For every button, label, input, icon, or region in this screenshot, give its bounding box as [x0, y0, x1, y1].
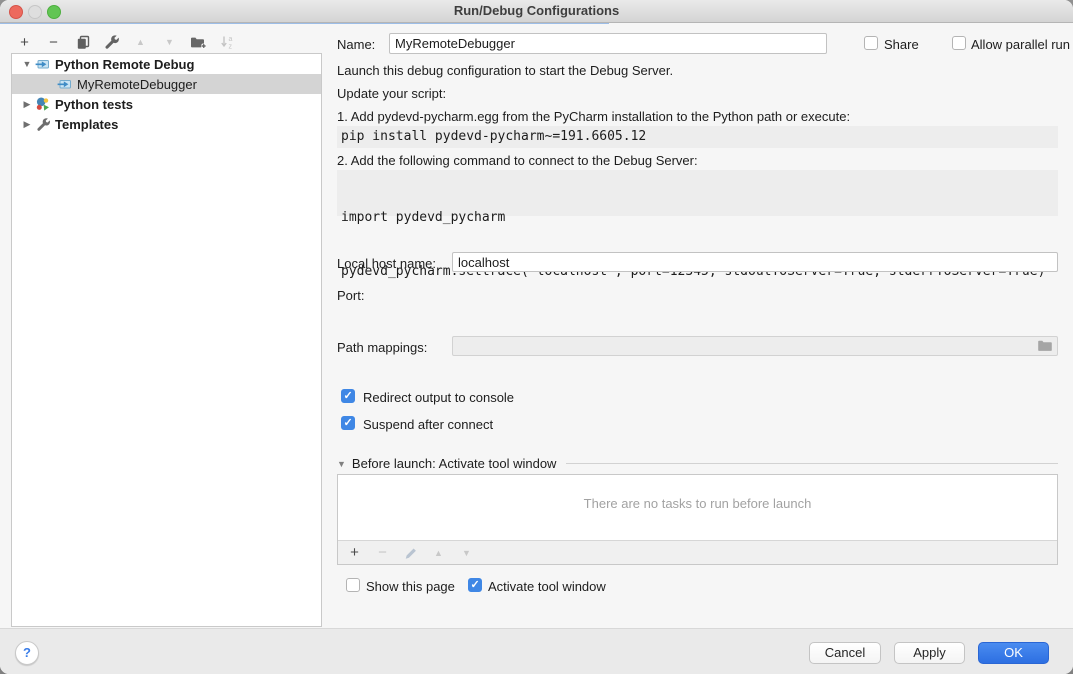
- sort-alphabetically-icon: az: [220, 34, 236, 50]
- remove-icon: −: [378, 545, 387, 560]
- browse-path-mappings-button[interactable]: [1037, 339, 1053, 353]
- remove-task-button[interactable]: −: [375, 545, 390, 560]
- move-up-button[interactable]: ▲: [132, 34, 149, 51]
- tree-item-templates[interactable]: ▶ Templates: [12, 114, 321, 134]
- add-icon: +: [350, 545, 359, 560]
- new-folder-button[interactable]: [190, 34, 207, 51]
- dialog-footer: ? Cancel Apply OK: [0, 628, 1073, 674]
- share-checkbox[interactable]: [864, 36, 878, 50]
- tree-item-label: Templates: [52, 117, 118, 132]
- suspend-after-connect-checkbox[interactable]: [341, 416, 355, 430]
- name-input[interactable]: [389, 33, 827, 54]
- python-tests-icon: [35, 96, 51, 112]
- tree-item-python-remote-debug[interactable]: ▼ Python Remote Debug: [12, 54, 321, 74]
- svg-text:a: a: [228, 36, 232, 43]
- code-line-import: import pydevd_pycharm: [341, 209, 1058, 227]
- svg-text:z: z: [228, 44, 232, 51]
- empty-task-list-text: There are no tasks to run before launch: [338, 475, 1057, 511]
- code-snippet-pip-install: pip install pydevd-pycharm~=191.6605.12: [337, 126, 1058, 148]
- cancel-button[interactable]: Cancel: [809, 642, 881, 664]
- copy-icon: [75, 34, 91, 50]
- tree-item-myremotedebugger[interactable]: MyRemoteDebugger: [12, 74, 321, 94]
- allow-parallel-run-checkbox[interactable]: [952, 36, 966, 50]
- wrench-icon: [36, 117, 51, 132]
- configurations-tree: ▼ Python Remote Debug MyRemoteDebugger ▶…: [11, 53, 322, 627]
- move-down-icon: ▼: [462, 548, 471, 558]
- activate-tool-window-checkbox[interactable]: [468, 578, 482, 592]
- run-debug-configurations-dialog: Run/Debug Configurations + − ▲ ▼ az ▼ Py…: [0, 0, 1073, 674]
- edit-pencil-icon: [404, 546, 418, 560]
- remove-icon: −: [49, 35, 58, 50]
- window-title: Run/Debug Configurations: [0, 3, 1073, 18]
- move-up-icon: ▲: [434, 548, 443, 558]
- move-task-down-button[interactable]: ▼: [459, 545, 474, 560]
- remote-debug-config-icon: [35, 56, 51, 72]
- suspend-after-connect-label: Suspend after connect: [363, 417, 493, 432]
- move-down-button[interactable]: ▼: [161, 34, 178, 51]
- title-bar: Run/Debug Configurations: [0, 0, 1073, 23]
- activate-tool-window-label: Activate tool window: [488, 579, 606, 594]
- before-launch-section-header[interactable]: ▼ Before launch: Activate tool window: [337, 456, 1058, 471]
- allow-parallel-run-label: Allow parallel run: [971, 37, 1070, 52]
- remote-debug-config-icon: [57, 76, 73, 92]
- redirect-output-checkbox[interactable]: [341, 389, 355, 403]
- instruction-step-1: 1. Add pydevd-pycharm.egg from the PyCha…: [337, 109, 850, 124]
- move-task-up-button[interactable]: ▲: [431, 545, 446, 560]
- instruction-line-1: Launch this debug configuration to start…: [337, 63, 673, 78]
- apply-button[interactable]: Apply: [894, 642, 965, 664]
- instruction-step-2: 2. Add the following command to connect …: [337, 153, 698, 168]
- help-button[interactable]: ?: [15, 641, 39, 665]
- before-launch-task-list[interactable]: There are no tasks to run before launch …: [337, 474, 1058, 565]
- remove-configuration-button[interactable]: −: [45, 34, 62, 51]
- chevron-right-icon[interactable]: ▶: [20, 119, 34, 130]
- task-list-toolbar: + − ▲ ▼: [338, 540, 1057, 564]
- ok-button[interactable]: OK: [978, 642, 1049, 664]
- sort-configurations-button[interactable]: az: [219, 34, 236, 51]
- move-down-icon: ▼: [165, 37, 174, 47]
- instruction-line-2: Update your script:: [337, 86, 446, 101]
- folder-icon: [1037, 339, 1053, 353]
- name-label: Name:: [337, 37, 375, 52]
- edit-templates-button[interactable]: [103, 34, 120, 51]
- show-this-page-label: Show this page: [366, 579, 455, 594]
- show-this-page-checkbox[interactable]: [346, 578, 360, 592]
- path-mappings-field[interactable]: [452, 336, 1058, 356]
- configurations-toolbar: + − ▲ ▼ az: [16, 31, 236, 53]
- chevron-right-icon[interactable]: ▶: [20, 99, 34, 110]
- collapse-triangle-icon[interactable]: ▼: [337, 459, 346, 469]
- local-host-name-input[interactable]: [452, 252, 1058, 272]
- share-label: Share: [884, 37, 919, 52]
- add-icon: +: [20, 35, 29, 50]
- copy-configuration-button[interactable]: [74, 34, 91, 51]
- code-snippet-settrace: import pydevd_pycharm pydevd_pycharm.set…: [337, 170, 1058, 216]
- tree-item-python-tests[interactable]: ▶ Python tests: [12, 94, 321, 114]
- new-folder-icon: [190, 34, 207, 50]
- before-launch-label: Before launch: Activate tool window: [352, 456, 557, 471]
- tree-item-label: Python Remote Debug: [52, 57, 194, 72]
- tree-item-label: MyRemoteDebugger: [74, 77, 197, 92]
- add-task-button[interactable]: +: [347, 545, 362, 560]
- edit-defaults-wrench-icon: [104, 34, 120, 50]
- path-mappings-label: Path mappings:: [337, 340, 427, 355]
- redirect-output-label: Redirect output to console: [363, 390, 514, 405]
- section-divider: [566, 463, 1058, 464]
- chevron-down-icon[interactable]: ▼: [20, 59, 34, 69]
- move-up-icon: ▲: [136, 37, 145, 47]
- tree-item-label: Python tests: [52, 97, 133, 112]
- local-host-name-label: Local host name:: [337, 256, 436, 271]
- edit-task-button[interactable]: [403, 545, 418, 560]
- port-label: Port:: [337, 288, 364, 303]
- add-configuration-button[interactable]: +: [16, 34, 33, 51]
- question-mark-icon: ?: [23, 645, 31, 660]
